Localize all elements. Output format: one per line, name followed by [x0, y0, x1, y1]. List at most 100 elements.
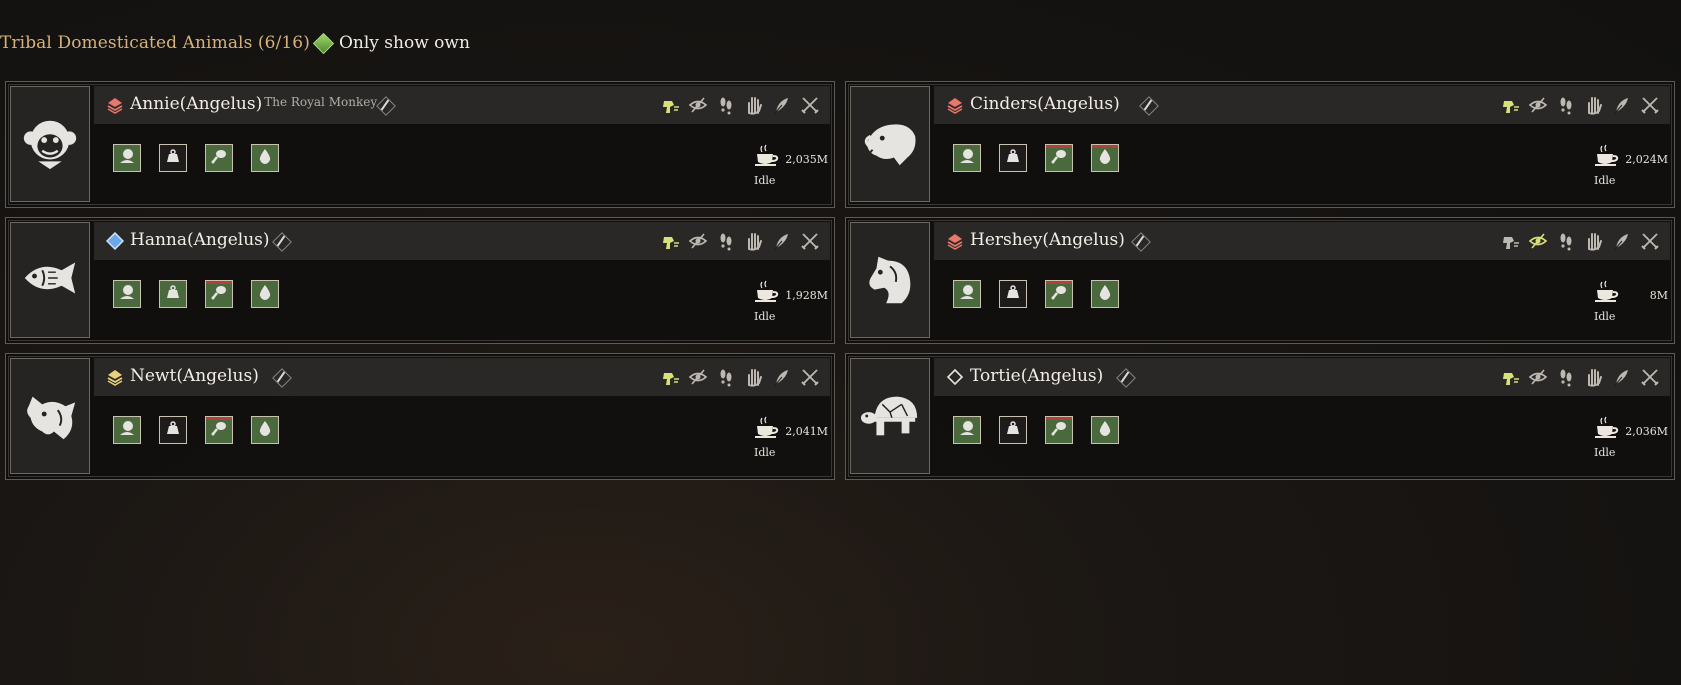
- animal-name: Annie(Angelus) The Royal Monkey: [130, 94, 378, 114]
- water-slot[interactable]: [251, 280, 279, 308]
- edit-name-button[interactable]: [1116, 368, 1136, 388]
- passive-command-icon[interactable]: [1528, 231, 1548, 251]
- meat-slot[interactable]: [1045, 280, 1073, 308]
- meat-slot[interactable]: [205, 416, 233, 444]
- food-slot[interactable]: [953, 416, 981, 444]
- distance-label: 2,035M: [785, 153, 828, 166]
- meat-slot[interactable]: [205, 144, 233, 172]
- meat-slot-icon: [209, 146, 229, 170]
- stop-command-icon[interactable]: [744, 231, 764, 251]
- stop-command-icon[interactable]: [744, 367, 764, 387]
- water-slot[interactable]: [1091, 144, 1119, 172]
- water-slot[interactable]: [251, 144, 279, 172]
- passive-command-icon[interactable]: [688, 231, 708, 251]
- attack-command-icon[interactable]: [1640, 367, 1660, 387]
- animal-status: 8M Idle: [1588, 276, 1668, 326]
- water-slot[interactable]: [251, 416, 279, 444]
- passive-command-icon[interactable]: [1528, 367, 1548, 387]
- food-slot[interactable]: [953, 280, 981, 308]
- equipment-slots: [953, 416, 1119, 444]
- gather-command-icon[interactable]: [1612, 231, 1632, 251]
- animal-header: Newt(Angelus): [94, 358, 830, 396]
- stay-command-icon[interactable]: [1556, 367, 1576, 387]
- horse-icon: [859, 247, 921, 313]
- follow-command-icon[interactable]: [1500, 231, 1520, 251]
- follow-command-icon[interactable]: [660, 367, 680, 387]
- command-bar: [660, 367, 820, 387]
- animal-card[interactable]: Annie(Angelus) The Royal Monkey 2,035M Idle: [5, 81, 835, 208]
- weight-slot[interactable]: [159, 144, 187, 172]
- water-slot[interactable]: [1091, 280, 1119, 308]
- only-show-own-toggle[interactable]: Only show own: [312, 32, 470, 54]
- edit-name-button[interactable]: [272, 232, 292, 252]
- passive-command-icon[interactable]: [688, 367, 708, 387]
- rank-icon: [946, 368, 964, 386]
- stay-command-icon[interactable]: [1556, 95, 1576, 115]
- attack-command-icon[interactable]: [1640, 95, 1660, 115]
- passive-command-icon[interactable]: [1528, 95, 1548, 115]
- meat-slot[interactable]: [1045, 416, 1073, 444]
- animal-header: Annie(Angelus) The Royal Monkey: [94, 86, 830, 124]
- rank-icon: [106, 96, 124, 114]
- food-slot-icon: [957, 146, 977, 170]
- stop-command-icon[interactable]: [1584, 95, 1604, 115]
- animal-portrait[interactable]: [10, 358, 90, 474]
- follow-command-icon[interactable]: [660, 95, 680, 115]
- stay-command-icon[interactable]: [716, 367, 736, 387]
- food-slot[interactable]: [953, 144, 981, 172]
- meat-slot[interactable]: [205, 280, 233, 308]
- stay-command-icon[interactable]: [716, 95, 736, 115]
- animal-header: Hershey(Angelus): [934, 222, 1670, 260]
- edit-name-button[interactable]: [272, 368, 292, 388]
- monkey-icon: [19, 111, 81, 177]
- follow-command-icon[interactable]: [660, 231, 680, 251]
- edit-name-button[interactable]: [376, 96, 396, 116]
- gather-command-icon[interactable]: [772, 231, 792, 251]
- animal-portrait[interactable]: [10, 222, 90, 338]
- rank-icon: [946, 96, 964, 114]
- gather-command-icon[interactable]: [772, 95, 792, 115]
- food-slot[interactable]: [113, 280, 141, 308]
- attack-command-icon[interactable]: [1640, 231, 1660, 251]
- animal-card[interactable]: Tortie(Angelus) 2,036M Idle: [845, 353, 1675, 480]
- stay-command-icon[interactable]: [716, 231, 736, 251]
- food-slot[interactable]: [113, 144, 141, 172]
- animal-card[interactable]: Hershey(Angelus) 8M Idle: [845, 217, 1675, 344]
- stop-command-icon[interactable]: [1584, 367, 1604, 387]
- meat-slot-icon: [1049, 282, 1069, 306]
- rank-icon: [946, 232, 964, 250]
- weight-slot[interactable]: [159, 416, 187, 444]
- follow-command-icon[interactable]: [1500, 367, 1520, 387]
- weight-slot[interactable]: [159, 280, 187, 308]
- gather-command-icon[interactable]: [1612, 367, 1632, 387]
- edit-name-button[interactable]: [1131, 232, 1151, 252]
- meat-slot[interactable]: [1045, 144, 1073, 172]
- animal-card[interactable]: Newt(Angelus) 2,041M Idle: [5, 353, 835, 480]
- stop-command-icon[interactable]: [1584, 231, 1604, 251]
- animal-status: 2,035M Idle: [748, 140, 828, 190]
- attack-command-icon[interactable]: [800, 231, 820, 251]
- gather-command-icon[interactable]: [1612, 95, 1632, 115]
- attack-command-icon[interactable]: [800, 95, 820, 115]
- animal-portrait[interactable]: [10, 86, 90, 202]
- animal-portrait[interactable]: [850, 358, 930, 474]
- animal-portrait[interactable]: [850, 222, 930, 338]
- water-slot-icon: [1095, 282, 1115, 306]
- animal-card[interactable]: Cinders(Angelus) 2,024M Idle: [845, 81, 1675, 208]
- stop-command-icon[interactable]: [744, 95, 764, 115]
- gather-command-icon[interactable]: [772, 367, 792, 387]
- attack-command-icon[interactable]: [800, 367, 820, 387]
- animal-card[interactable]: Hanna(Angelus) 1,928M Idle: [5, 217, 835, 344]
- water-slot[interactable]: [1091, 416, 1119, 444]
- weight-slot[interactable]: [999, 144, 1027, 172]
- passive-command-icon[interactable]: [688, 95, 708, 115]
- animal-status: 2,024M Idle: [1588, 140, 1668, 190]
- edit-name-button[interactable]: [1139, 96, 1159, 116]
- stay-command-icon[interactable]: [1556, 231, 1576, 251]
- weight-slot[interactable]: [999, 416, 1027, 444]
- weight-slot[interactable]: [999, 280, 1027, 308]
- follow-command-icon[interactable]: [1500, 95, 1520, 115]
- animal-portrait[interactable]: [850, 86, 930, 202]
- food-slot[interactable]: [113, 416, 141, 444]
- distance-label: 2,036M: [1625, 425, 1668, 438]
